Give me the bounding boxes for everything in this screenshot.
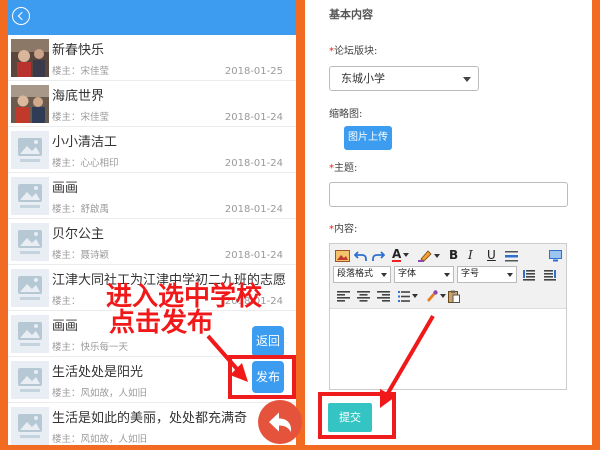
top-bar <box>8 0 296 35</box>
underline-glyph: U <box>487 248 496 262</box>
font-family-select[interactable]: 字体 <box>394 266 454 283</box>
post-title: 海底世界 <box>52 89 105 104</box>
align-right-icon[interactable] <box>377 288 390 304</box>
photo-thumbnail-icon <box>11 85 49 123</box>
post-date: 2018-01-25 <box>224 66 283 77</box>
chevron-down-icon <box>412 294 418 298</box>
image-placeholder-icon <box>11 131 49 169</box>
post-row[interactable]: 小小清洁工楼主：心心相印 2018-01-24 <box>8 127 296 173</box>
align-center-icon[interactable] <box>357 288 370 304</box>
redo-icon[interactable] <box>372 248 385 264</box>
post-date: 2018-01-24 <box>224 112 283 123</box>
post-title: 生活是如此的美丽，处处都充满奇 <box>52 411 248 426</box>
post-list-screen: 新春快乐 楼主：宋佳莹 2018-01-25 海底世界 楼主：宋佳莹 2018-01-24… <box>8 0 296 445</box>
highlight-icon[interactable] <box>418 248 440 264</box>
forum-select[interactable]: 东城小学 <box>329 66 479 91</box>
subject-label: *主题: <box>329 163 357 175</box>
chevron-down-icon <box>507 273 513 277</box>
post-row[interactable]: 画画楼主：舒啟禹 2018-01-24 <box>8 173 296 219</box>
paste-icon[interactable] <box>448 288 460 304</box>
post-row[interactable]: 海底世界楼主：宋佳莹 2018-01-24 <box>8 81 296 127</box>
paragraph-format-value: 段落格式 <box>337 269 374 279</box>
post-title: 画画 <box>52 181 79 196</box>
justify-icon[interactable] <box>523 267 535 283</box>
chevron-down-icon <box>463 77 471 82</box>
bold-icon[interactable]: B <box>449 247 458 263</box>
rich-text-editor: A B I U 段落格式 字体 字号 <box>329 243 567 390</box>
post-author: 楼主：宋佳莹 <box>52 66 110 77</box>
list-icon[interactable] <box>398 288 418 304</box>
post-row[interactable]: 新春快乐楼主：宋佳莹 2018-01-25 <box>8 35 296 81</box>
post-date: 2018-01-24 <box>224 158 283 169</box>
horizontal-rule-icon[interactable] <box>505 248 518 264</box>
insert-image-icon[interactable] <box>335 248 350 264</box>
highlight-box-submit <box>318 392 396 439</box>
highlight-box-publish <box>228 355 296 399</box>
post-author: 楼主：心心相印 <box>52 158 119 169</box>
post-title: 贝尔公主 <box>52 227 105 242</box>
subject-label-text: 主题: <box>334 163 358 174</box>
upload-image-button[interactable]: 图片上传 <box>344 126 392 150</box>
annotation-text: 点击发布 <box>109 308 214 338</box>
preview-icon[interactable] <box>549 248 562 264</box>
chevron-down-icon <box>440 294 446 298</box>
thumbnail-label: 缩略图: <box>329 109 363 120</box>
image-placeholder-icon <box>11 407 49 445</box>
image-placeholder-icon <box>11 223 49 261</box>
subject-input[interactable] <box>329 182 568 207</box>
undo-icon[interactable] <box>354 248 367 264</box>
font-color-icon[interactable]: A <box>392 246 410 263</box>
image-placeholder-icon <box>11 315 49 353</box>
image-placeholder-icon <box>11 361 49 399</box>
post-row[interactable]: 贝尔公主楼主：聂诗颖 2018-01-24 <box>8 219 296 265</box>
post-date: 2018-01-24 <box>224 204 283 215</box>
post-title: 新春快乐 <box>52 43 105 58</box>
underline-icon[interactable]: U <box>487 247 496 263</box>
forum-label-text: 论坛版块: <box>334 46 378 57</box>
post-author: 楼主：风如故，人如旧 <box>52 388 148 399</box>
back-circle-icon[interactable] <box>12 7 30 25</box>
annotation-text: 进入选中学校 <box>106 282 263 312</box>
reply-arrow-icon[interactable] <box>258 400 302 444</box>
section-title: 基本内容 <box>329 8 373 21</box>
post-author: 楼主：风如故，人如旧 <box>52 434 148 445</box>
post-form-screen: 基本内容 *论坛版块: 东城小学 缩略图: 图片上传 *主题: *内容: A B… <box>305 0 592 445</box>
post-date: 2018-01-24 <box>224 250 283 261</box>
content-label-text: 内容: <box>334 224 358 235</box>
forum-label: *论坛版块: <box>329 46 377 58</box>
post-author: 楼主： <box>52 296 81 307</box>
font-size-select[interactable]: 字号 <box>457 266 517 283</box>
image-placeholder-icon <box>11 269 49 307</box>
image-placeholder-icon <box>11 177 49 215</box>
back-button[interactable]: 返回 <box>252 326 284 357</box>
post-author: 楼主：聂诗颖 <box>52 250 110 261</box>
post-author: 楼主：宋佳莹 <box>52 112 110 123</box>
align-left-icon[interactable] <box>337 288 350 304</box>
post-row[interactable]: 生活是如此的美丽，处处都充满奇楼主：风如故，人如旧 <box>8 403 296 445</box>
font-family-value: 字体 <box>398 269 417 279</box>
chevron-down-icon <box>381 273 387 277</box>
align-full-icon[interactable] <box>544 267 556 283</box>
editor-content-area[interactable] <box>330 309 566 389</box>
bold-glyph: B <box>449 248 459 262</box>
post-title: 小小清洁工 <box>52 135 118 150</box>
font-size-value: 字号 <box>461 269 480 279</box>
post-author: 楼主：快乐每一天 <box>52 342 129 353</box>
italic-glyph: I <box>468 248 473 262</box>
forum-select-value: 东城小学 <box>341 72 385 85</box>
chevron-down-icon <box>434 254 440 258</box>
editor-toolbar: A B I U 段落格式 字体 字号 <box>330 244 566 309</box>
chevron-down-icon <box>444 273 450 277</box>
brush-icon[interactable] <box>425 288 446 304</box>
post-author: 楼主：舒啟禹 <box>52 204 110 215</box>
chevron-down-icon <box>403 253 410 257</box>
italic-icon[interactable]: I <box>468 247 473 263</box>
photo-thumbnail-icon <box>11 39 49 77</box>
font-color-glyph: A <box>392 246 402 262</box>
content-label: *内容: <box>329 224 357 236</box>
paragraph-format-select[interactable]: 段落格式 <box>333 266 391 283</box>
